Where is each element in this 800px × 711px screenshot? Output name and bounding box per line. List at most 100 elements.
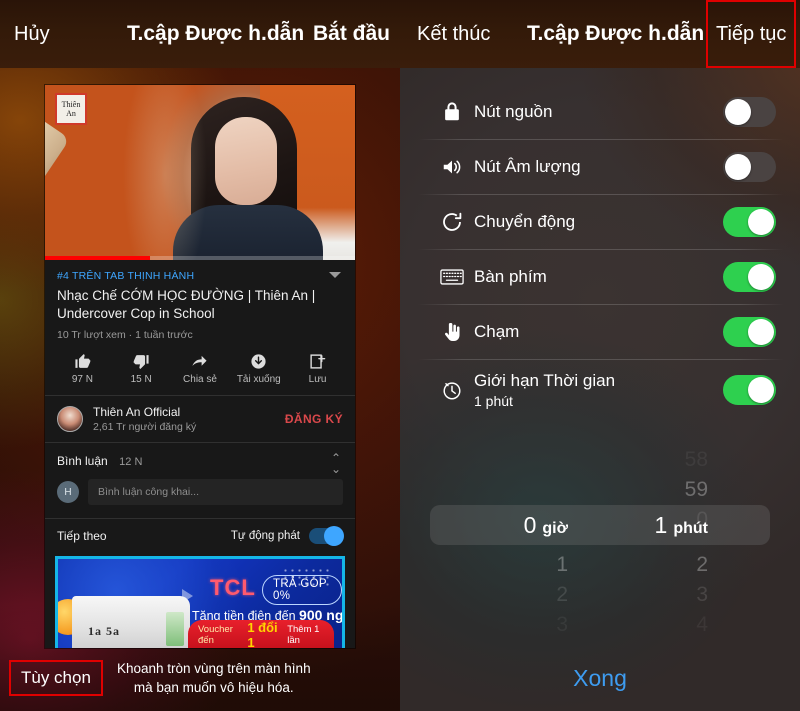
settings-list: Nút nguồn Nút Âm lượng Chuyển động Bàn p… bbox=[400, 84, 800, 421]
page-title-right: T.cập Được h.dẫn bbox=[527, 22, 705, 45]
action-download-label: Tải xuống bbox=[236, 374, 281, 385]
keyboard-icon bbox=[430, 268, 474, 286]
action-like-label: 97 N bbox=[71, 374, 93, 385]
ad-product-text: 1a 5a bbox=[88, 624, 120, 638]
setting-label: Nút Âm lượng bbox=[474, 156, 581, 176]
setting-row-power-button[interactable]: Nút nguồn bbox=[400, 84, 800, 139]
minute-option[interactable]: 3 bbox=[578, 580, 708, 610]
autoplay-label: Tự động phát bbox=[230, 530, 300, 542]
hours-selected-value: 0 bbox=[523, 511, 537, 538]
setting-toggle[interactable] bbox=[723, 316, 776, 347]
hours-selected: 0 giờ bbox=[438, 512, 568, 539]
end-button[interactable]: Kết thúc bbox=[417, 0, 490, 68]
hour-option[interactable]: 3 bbox=[438, 610, 568, 640]
action-dislike-label: 15 N bbox=[130, 374, 152, 385]
setting-toggle[interactable] bbox=[723, 261, 776, 292]
page-title-left: T.cập Được h.dẫn bbox=[127, 22, 305, 45]
channel-subscribers: 2,61 Tr người đăng ký bbox=[93, 421, 197, 433]
comment-input[interactable]: Bình luận công khai... bbox=[88, 479, 343, 505]
chevron-down-icon[interactable] bbox=[329, 272, 341, 278]
hint-bar: Tùy chọn Khoanh tròn vùng trên màn hình … bbox=[0, 653, 400, 703]
timer-icon bbox=[430, 379, 474, 401]
channel-name: Thiên An Official bbox=[93, 405, 181, 419]
watermark-line-1: Thiên bbox=[61, 100, 81, 109]
video-thumbnail[interactable]: Thiên An bbox=[45, 85, 355, 260]
ad-voucher-strip: Voucher đến 1 đổi 1 Thêm 1 lần bbox=[188, 620, 334, 648]
rotate-icon bbox=[430, 210, 474, 234]
setting-label: Giới hạn Thời gian bbox=[474, 371, 616, 390]
setting-label: Bàn phím bbox=[474, 266, 547, 286]
action-like[interactable]: 97 N bbox=[54, 353, 110, 385]
action-share[interactable]: Chia sẻ bbox=[172, 353, 228, 385]
ad-product-panel bbox=[166, 612, 184, 646]
ad-voucher-extra: Thêm 1 lần bbox=[287, 624, 320, 646]
trending-badge: #4 TRÊN TAB THỊNH HÀNH bbox=[57, 270, 195, 282]
comments-section: Bình luận 12 N ⌃ ⌄ H Bình luận công khai.… bbox=[45, 443, 355, 518]
action-save[interactable]: Lưu bbox=[290, 353, 346, 385]
hours-column-below[interactable]: 1 2 3 bbox=[438, 550, 568, 640]
avatar: H bbox=[57, 481, 79, 503]
setting-label: Chạm bbox=[474, 321, 520, 341]
ad-product-image: 1a 5a bbox=[72, 596, 190, 648]
screenshot-root: Hủy T.cập Được h.dẫn Bắt đầu Kết thúc T.… bbox=[0, 0, 800, 711]
hour-option[interactable]: 1 bbox=[438, 550, 568, 580]
action-save-label: Lưu bbox=[308, 374, 327, 385]
hours-unit: giờ bbox=[542, 519, 568, 537]
start-button[interactable]: Bắt đầu bbox=[313, 0, 390, 68]
subscribe-button[interactable]: ĐĂNG KÝ bbox=[285, 412, 343, 426]
setting-row-motion[interactable]: Chuyển động bbox=[400, 194, 800, 249]
hint-line-2: mà bạn muốn vô hiệu hóa. bbox=[133, 680, 294, 695]
avatar bbox=[57, 406, 83, 432]
setting-row-volume-button[interactable]: Nút Âm lượng bbox=[400, 139, 800, 194]
video-stats: 10 Tr lượt xem · 1 tuần trước bbox=[57, 329, 193, 341]
volume-icon bbox=[430, 156, 474, 178]
ad-voucher-value: 1 đổi 1 bbox=[247, 620, 278, 648]
channel-watermark-icon: Thiên An bbox=[55, 93, 87, 125]
video-title: Nhạc Chế CỚM HỌC ĐƯỜNG | Thiên An | Unde… bbox=[57, 288, 316, 321]
minutes-selected-value: 1 bbox=[654, 511, 668, 538]
minutes-column-below[interactable]: 2 3 4 bbox=[578, 550, 708, 640]
expand-comments-icon[interactable]: ⌃ ⌄ bbox=[331, 452, 341, 475]
advertisement-banner[interactable]: 1a 5a TCL TRẢ GÓP 0% Tặng tiền điện đến … bbox=[55, 556, 345, 648]
minute-option[interactable]: 58 bbox=[578, 445, 708, 475]
action-dislike[interactable]: 15 N bbox=[113, 353, 169, 385]
autoplay-toggle[interactable] bbox=[309, 526, 344, 546]
action-download[interactable]: Tải xuống bbox=[231, 353, 287, 385]
thumbs-down-icon bbox=[133, 353, 150, 370]
video-action-row: 97 N 15 N Chia sẻ Tải xuống Lưu bbox=[45, 347, 355, 395]
setting-row-touch[interactable]: Chạm bbox=[400, 304, 800, 359]
next-up-row: Tiếp theo Tự động phát bbox=[45, 519, 355, 553]
hint-line-1: Khoanh tròn vùng trên màn hình bbox=[116, 661, 311, 676]
time-picker[interactable]: 58 59 0 0 giờ 1 phút 1 2 3 2 3 4 bbox=[400, 432, 800, 636]
ad-brand: TCL bbox=[210, 575, 256, 600]
continue-button[interactable]: Tiếp tục bbox=[706, 0, 797, 68]
touch-icon bbox=[430, 320, 474, 344]
minutes-selected: 1 phút bbox=[578, 512, 708, 539]
cancel-button[interactable]: Hủy bbox=[14, 0, 50, 68]
save-icon bbox=[309, 353, 326, 370]
top-header-bar: Hủy T.cập Được h.dẫn Bắt đầu Kết thúc T.… bbox=[0, 0, 800, 68]
setting-toggle[interactable] bbox=[723, 375, 776, 405]
next-up-label: Tiếp theo bbox=[57, 529, 107, 543]
channel-row[interactable]: Thiên An Official 2,61 Tr người đăng ký … bbox=[45, 396, 355, 442]
setting-toggle[interactable] bbox=[723, 206, 776, 237]
minutes-unit: phút bbox=[673, 519, 708, 537]
comments-label: Bình luận bbox=[57, 454, 108, 468]
comments-count: 12 N bbox=[119, 456, 143, 468]
minute-option[interactable]: 59 bbox=[578, 475, 708, 505]
lock-icon bbox=[430, 100, 474, 124]
setting-label: Chuyển động bbox=[474, 211, 576, 231]
setting-row-keyboard[interactable]: Bàn phím bbox=[400, 249, 800, 304]
hint-text: Khoanh tròn vùng trên màn hình mà bạn mu… bbox=[117, 659, 311, 697]
setting-toggle[interactable] bbox=[723, 96, 776, 127]
setting-toggle[interactable] bbox=[723, 151, 776, 182]
options-button[interactable]: Tùy chọn bbox=[9, 660, 103, 696]
action-share-label: Chia sẻ bbox=[183, 374, 217, 385]
minute-option[interactable]: 4 bbox=[578, 610, 708, 640]
setting-row-time-limit[interactable]: Giới hạn Thời gian 1 phút bbox=[400, 359, 800, 421]
minute-option[interactable]: 2 bbox=[578, 550, 708, 580]
setting-sublabel: 1 phút bbox=[474, 393, 513, 409]
hour-option[interactable]: 2 bbox=[438, 580, 568, 610]
done-button[interactable]: Xong bbox=[400, 665, 800, 692]
share-icon bbox=[190, 353, 209, 370]
